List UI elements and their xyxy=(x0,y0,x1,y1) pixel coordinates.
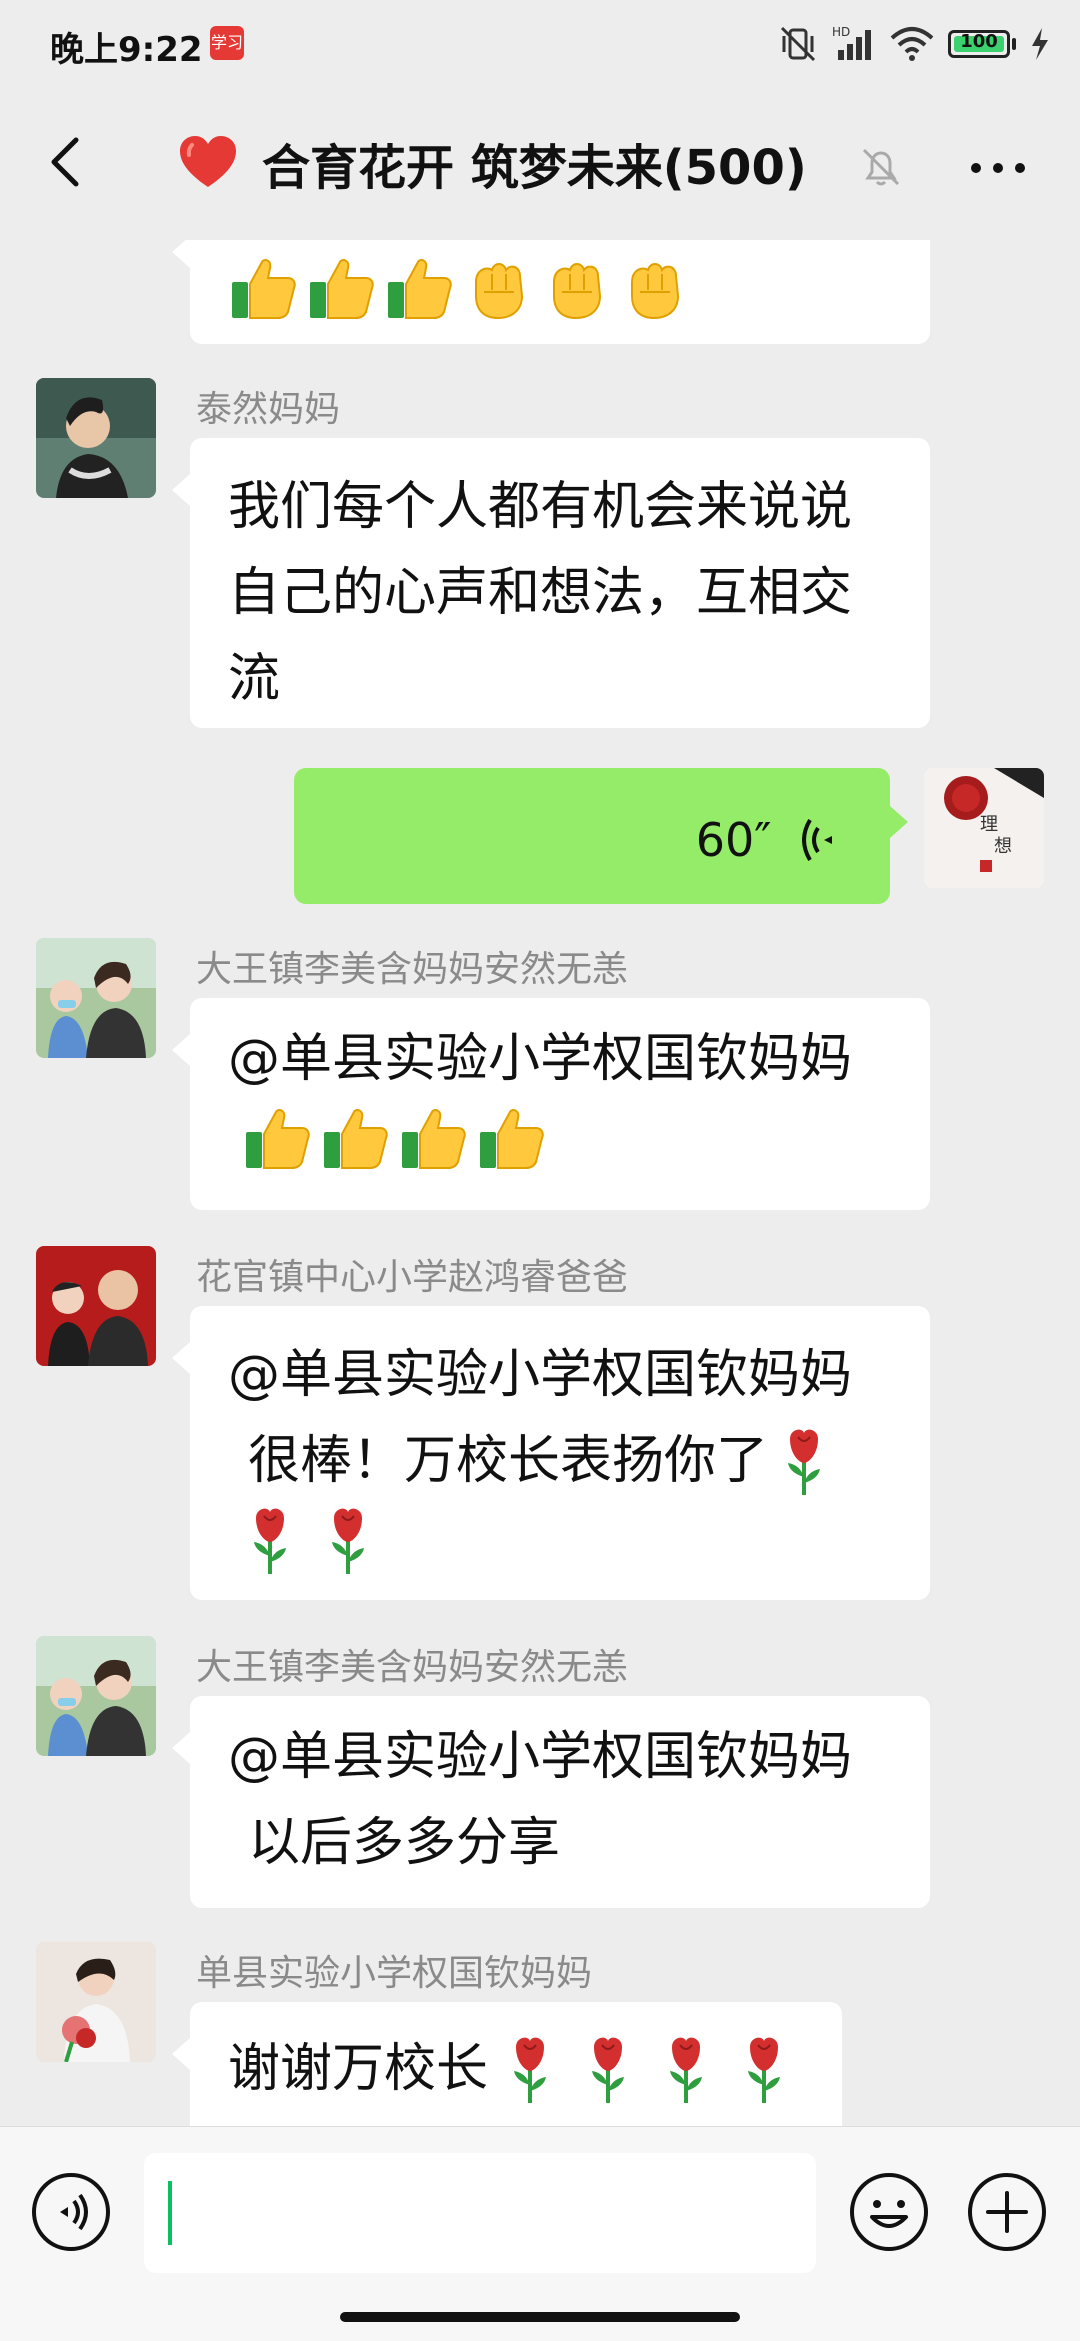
svg-text:想: 想 xyxy=(994,836,1012,857)
voice-icon xyxy=(32,2173,110,2251)
sender-name: 泰然妈妈 xyxy=(196,389,341,430)
rose-icon xyxy=(650,2033,722,2105)
message-bubble[interactable]: @单县实验小学权国钦妈妈 以后多多分享 xyxy=(172,1696,930,1908)
more-icon xyxy=(971,163,1025,173)
avatar[interactable]: 理想 xyxy=(924,768,1044,888)
message-bubble[interactable] xyxy=(172,240,930,344)
message-bubble[interactable]: 谢谢万校长 xyxy=(172,2002,842,2126)
battery-level: 100 xyxy=(960,31,998,52)
message-item: 大王镇李美含妈妈安然无恙 @单县实验小学权国钦妈妈 以后多多分享 xyxy=(0,1636,1080,1910)
chat-title: 合育花开 筑梦未来(500) xyxy=(178,128,807,198)
chevron-left-icon xyxy=(51,137,79,187)
fist-icon xyxy=(540,252,612,324)
message-text: 谢谢万校长 xyxy=(228,2039,489,2099)
back-button[interactable] xyxy=(30,122,110,202)
emoji-button[interactable] xyxy=(848,2171,930,2253)
rose-icon xyxy=(728,2033,800,2105)
emoji-row xyxy=(494,2033,800,2105)
svg-text:理: 理 xyxy=(980,814,998,835)
thumbs-up-icon xyxy=(306,252,378,324)
status-icons: HD 100 xyxy=(778,22,1050,66)
text-cursor xyxy=(168,2181,172,2245)
message-item: 60″ 理想 xyxy=(0,768,1080,908)
message-list[interactable]: 泰然妈妈 我们每个人都有机会来说说自己的心声和想法，互相交流 60″ 理想 大王… xyxy=(0,240,1080,2126)
message-bubble[interactable]: @单县实验小学权国钦妈妈 很棒！万校长表扬你了 xyxy=(172,1306,930,1600)
message-item: 花官镇中心小学赵鸿睿爸爸 @单县实验小学权国钦妈妈 很棒！万校长表扬你了 xyxy=(0,1246,1080,1602)
home-indicator[interactable] xyxy=(340,2312,740,2322)
voice-input-button[interactable] xyxy=(30,2171,112,2253)
sender-name: 大王镇李美含妈妈安然无恙 xyxy=(196,949,629,990)
thumbs-up-icon xyxy=(398,1102,470,1174)
app-notification-icon: 学习 xyxy=(210,26,244,60)
message-item: 泰然妈妈 我们每个人都有机会来说说自己的心声和想法，互相交流 xyxy=(0,378,1080,728)
fist-icon xyxy=(462,252,534,324)
message-text: @单县实验小学权国钦妈妈 xyxy=(228,1727,853,1787)
message-text: 我们每个人都有机会来说说自己的心声和想法，互相交流 xyxy=(228,477,853,709)
heart-icon xyxy=(180,136,236,187)
signal-icon: HD xyxy=(832,25,871,60)
charging-icon xyxy=(1032,28,1048,60)
voice-duration: 60″ xyxy=(695,813,772,867)
input-bar xyxy=(0,2126,1080,2341)
status-bar: 晚上9:22 学习 HD 100 xyxy=(0,0,1080,92)
avatar[interactable] xyxy=(36,1636,156,1756)
rose-icon xyxy=(768,1425,840,1497)
thumbs-up-icon xyxy=(384,252,456,324)
plus-icon xyxy=(968,2173,1046,2251)
rose-icon xyxy=(234,1504,306,1576)
emoji-row xyxy=(242,1102,892,1174)
rose-icon xyxy=(572,2033,644,2105)
message-bubble[interactable]: @单县实验小学权国钦妈妈 xyxy=(172,998,930,1210)
message-item: 单县实验小学权国钦妈妈 谢谢万校长 xyxy=(0,1942,1080,2126)
avatar[interactable] xyxy=(36,378,156,498)
message-item xyxy=(0,240,1080,350)
thumbs-up-icon xyxy=(242,1102,314,1174)
avatar[interactable] xyxy=(36,938,156,1058)
battery-icon: 100 xyxy=(948,30,1010,58)
sender-name: 单县实验小学权国钦妈妈 xyxy=(196,1953,593,1994)
vibrate-off-icon xyxy=(780,26,816,62)
more-button[interactable] xyxy=(958,140,1038,196)
message-text: 很棒！万校长表扬你了 xyxy=(248,1431,769,1491)
wifi-icon xyxy=(890,27,934,61)
voice-message-bubble[interactable]: 60″ xyxy=(294,768,908,904)
thumbs-up-icon xyxy=(228,252,300,324)
emoji-row xyxy=(234,1504,892,1576)
message-text: @单县实验小学权国钦妈妈 xyxy=(228,1345,853,1405)
avatar[interactable] xyxy=(36,1246,156,1366)
message-text: @单县实验小学权国钦妈妈 xyxy=(228,1029,853,1089)
smile-icon xyxy=(850,2173,928,2251)
message-input[interactable] xyxy=(144,2153,816,2273)
message-text: 以后多多分享 xyxy=(248,1813,561,1873)
message-bubble[interactable]: 我们每个人都有机会来说说自己的心声和想法，互相交流 xyxy=(172,438,930,728)
more-actions-button[interactable] xyxy=(966,2171,1048,2253)
emoji-row xyxy=(228,252,892,324)
sender-name: 大王镇李美含妈妈安然无恙 xyxy=(196,1647,629,1688)
group-name: 合育花开 筑梦未来(500) xyxy=(262,140,807,196)
message-item: 大王镇李美含妈妈安然无恙 @单县实验小学权国钦妈妈 xyxy=(0,938,1080,1210)
bell-slash-icon xyxy=(862,148,900,186)
sender-name: 花官镇中心小学赵鸿睿爸爸 xyxy=(196,1257,629,1298)
rose-icon xyxy=(494,2033,566,2105)
network-label: HD xyxy=(832,25,850,39)
chat-header: 合育花开 筑梦未来(500) xyxy=(0,92,1080,240)
thumbs-up-icon xyxy=(476,1102,548,1174)
voice-wave-icon xyxy=(802,818,832,862)
fist-icon xyxy=(618,252,690,324)
avatar[interactable] xyxy=(36,1942,156,2062)
thumbs-up-icon xyxy=(320,1102,392,1174)
rose-icon xyxy=(312,1504,384,1576)
status-time: 晚上9:22 xyxy=(50,30,203,70)
